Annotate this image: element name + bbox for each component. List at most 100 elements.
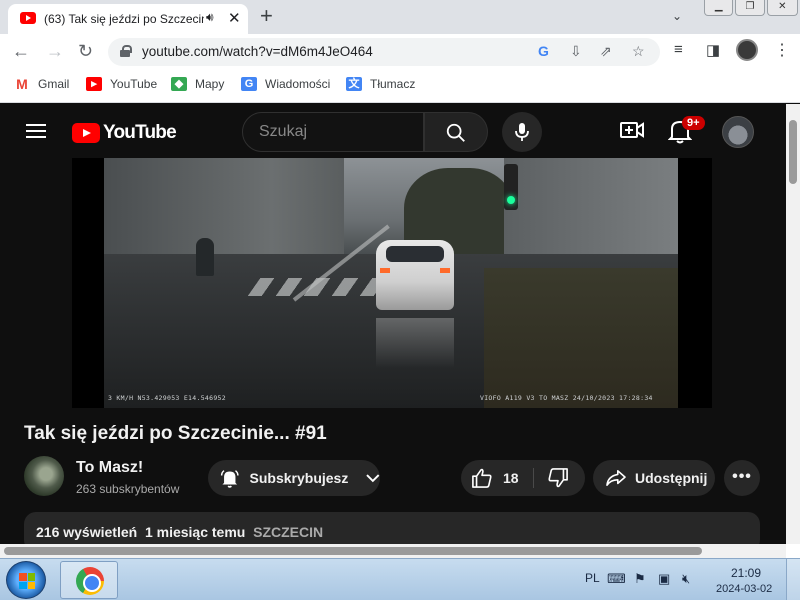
- start-button[interactable]: [6, 561, 46, 599]
- url-text[interactable]: youtube.com/watch?v=dM6m4JeO464: [142, 44, 373, 59]
- bell-ringing-icon: [220, 470, 239, 488]
- google-lens-icon[interactable]: G: [538, 43, 549, 59]
- bookmark-label: YouTube: [110, 77, 158, 91]
- upload-date: 1 miesiąc temu: [144, 524, 246, 540]
- share-page-icon[interactable]: ⇗: [600, 43, 612, 60]
- maps-icon: ◆: [171, 77, 187, 91]
- traffic-light: [504, 164, 518, 210]
- subscriber-count: 263 subskrybentów: [76, 482, 180, 496]
- like-button[interactable]: 18: [471, 468, 519, 488]
- restore-icon[interactable]: ❐: [735, 0, 765, 16]
- youtube-header: YouTube Szukaj 9+: [0, 104, 786, 160]
- minimize-icon[interactable]: ▁: [704, 0, 734, 16]
- install-app-icon[interactable]: ⇩: [570, 43, 582, 60]
- bookmark-gmail[interactable]: M Gmail: [14, 77, 69, 91]
- search-icon: [446, 123, 465, 142]
- news-icon: G: [241, 77, 257, 91]
- search-input[interactable]: Szukaj: [242, 112, 424, 152]
- bookmark-news[interactable]: G Wiadomości: [241, 77, 330, 91]
- window-controls: ▁ ❐ ✕: [704, 0, 800, 18]
- address-bar[interactable]: youtube.com/watch?v=dM6m4JeO464 G ⇩ ⇗ ☆: [108, 38, 660, 66]
- new-tab-button[interactable]: +: [260, 4, 273, 28]
- tab-search-chevron-icon[interactable]: ⌄: [672, 9, 682, 23]
- chevron-down-icon: [366, 474, 380, 483]
- dashcam-gps-overlay: 3 KM/H N53.429053 E14.546952: [108, 394, 226, 402]
- side-panel-icon[interactable]: ◨: [706, 41, 720, 59]
- speaker-icon[interactable]: 🔊︎: [206, 10, 214, 25]
- taskbar: PL ⌨ ⚑ ▣ 🔇︎ 21:09 2024-03-02: [0, 558, 800, 600]
- share-button[interactable]: Udostępnij: [593, 460, 715, 496]
- horizontal-scrollbar[interactable]: [0, 544, 786, 558]
- chrome-taskbar-button[interactable]: [60, 561, 118, 599]
- subscribe-label: Subskrybujesz: [249, 470, 349, 486]
- browser-tab[interactable]: (63) Tak się jeździ po Szczecinie 🔊︎ ✕: [8, 4, 248, 34]
- horizontal-scroll-thumb[interactable]: [4, 547, 702, 555]
- bookmark-label: Tłumacz: [370, 77, 416, 91]
- windows-logo-icon: [19, 573, 35, 589]
- lock-icon[interactable]: [120, 45, 132, 57]
- youtube-icon: ▸: [86, 77, 102, 91]
- view-count: 216 wyświetleń: [36, 524, 138, 540]
- menu-icon[interactable]: [26, 124, 46, 138]
- youtube-logo[interactable]: YouTube: [72, 122, 177, 144]
- tab-title: (63) Tak się jeździ po Szczecinie: [44, 12, 204, 26]
- bookmark-youtube[interactable]: ▸ YouTube: [86, 77, 157, 91]
- chrome-menu-icon[interactable]: ⋮: [774, 40, 790, 60]
- bookmark-label: Mapy: [195, 77, 225, 91]
- notification-badge: 9+: [682, 116, 705, 130]
- thumbs-down-icon: [548, 468, 568, 488]
- voice-search-button[interactable]: [502, 112, 542, 152]
- like-dislike-group: 18: [461, 460, 585, 496]
- volume-muted-icon[interactable]: 🔇︎: [682, 571, 690, 587]
- video-frame: 3 KM/H N53.429053 E14.546952 VIOFO A119 …: [104, 158, 678, 408]
- screen: (63) Tak się jeździ po Szczecinie 🔊︎ ✕ +…: [0, 0, 800, 600]
- like-count: 18: [503, 470, 519, 486]
- media-control-icon[interactable]: ≡: [674, 41, 683, 58]
- clock-time[interactable]: 21:09: [731, 566, 761, 580]
- show-desktop-button[interactable]: [786, 559, 800, 600]
- tab-strip: (63) Tak się jeździ po Szczecinie 🔊︎ ✕ +…: [0, 0, 800, 34]
- bookmark-translate[interactable]: 文 Tłumacz: [346, 77, 415, 91]
- like-divider: [533, 468, 534, 488]
- subscribe-button[interactable]: Subskrybujesz: [208, 460, 380, 496]
- clock-date[interactable]: 2024-03-02: [716, 583, 772, 595]
- scroll-corner: [786, 544, 800, 558]
- reload-icon[interactable]: ↻: [78, 40, 93, 62]
- share-arrow-icon: [606, 469, 626, 487]
- translate-icon: 文: [346, 77, 362, 91]
- channel-name[interactable]: To Masz!: [76, 459, 143, 477]
- microphone-icon: [515, 123, 529, 141]
- bookmark-maps[interactable]: ◆ Mapy: [171, 77, 224, 91]
- network-icon[interactable]: ▣: [658, 571, 670, 587]
- channel-avatar[interactable]: [24, 456, 64, 496]
- gmail-icon: M: [16, 76, 28, 92]
- forward-arrow-icon[interactable]: →: [46, 40, 64, 62]
- browser-toolbar: ← → ↻ youtube.com/watch?v=dM6m4JeO464 G …: [0, 34, 800, 70]
- thumbs-up-icon: [472, 468, 492, 488]
- profile-avatar[interactable]: [736, 39, 758, 61]
- create-video-icon: [620, 122, 644, 138]
- search-placeholder: Szukaj: [259, 123, 308, 140]
- keyboard-icon[interactable]: ⌨: [607, 571, 626, 587]
- youtube-favicon-icon: [20, 12, 36, 24]
- chrome-icon: [76, 567, 104, 595]
- back-arrow-icon[interactable]: ←: [12, 40, 30, 62]
- video-player[interactable]: 3 KM/H N53.429053 E14.546952 VIOFO A119 …: [72, 158, 712, 408]
- white-car: [376, 240, 454, 310]
- action-center-flag-icon[interactable]: ⚑: [634, 571, 646, 587]
- hashtag[interactable]: SZCZECIN: [253, 524, 323, 540]
- dashcam-timestamp-overlay: VIOFO A119 V3 TO MASZ 24/10/2023 17:28:3…: [480, 394, 653, 402]
- bookmark-label: Wiadomości: [265, 77, 331, 91]
- more-actions-button[interactable]: •••: [724, 460, 760, 496]
- close-tab-icon[interactable]: ✕: [228, 9, 241, 27]
- bookmark-star-icon[interactable]: ☆: [632, 43, 645, 60]
- dislike-button[interactable]: [547, 468, 569, 493]
- create-video-button[interactable]: [620, 120, 644, 145]
- vertical-scrollbar[interactable]: [786, 104, 800, 544]
- language-indicator[interactable]: PL: [585, 571, 600, 585]
- search-button[interactable]: [424, 112, 488, 152]
- window-close-icon[interactable]: ✕: [766, 0, 798, 16]
- youtube-logo-text: YouTube: [103, 122, 177, 143]
- account-avatar[interactable]: [722, 116, 754, 148]
- vertical-scroll-thumb[interactable]: [789, 120, 797, 184]
